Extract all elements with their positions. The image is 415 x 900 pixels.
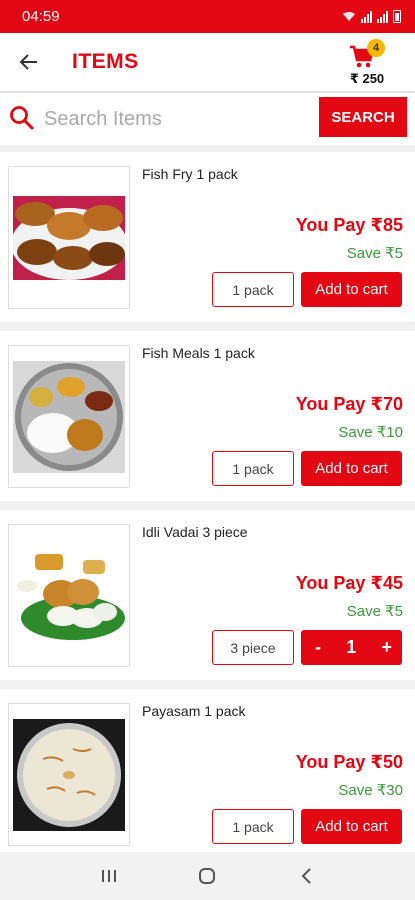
product-price: You Pay ₹70 (295, 394, 403, 414)
payasam-image (13, 718, 125, 831)
quantity-stepper: - 1 + (301, 630, 402, 665)
product-savings: Save ₹10 (338, 424, 403, 441)
quantity-value: 1 (346, 637, 357, 657)
product-image (8, 166, 130, 309)
system-back-button[interactable] (291, 861, 321, 891)
signal-icon (361, 10, 372, 23)
wifi-icon (343, 12, 355, 21)
product-savings: Save ₹5 (346, 603, 403, 620)
product-price: You Pay ₹45 (295, 573, 403, 593)
status-icons (342, 10, 401, 23)
product-image (8, 524, 130, 667)
app-bar: ITEMS 4 ₹ 250 (0, 33, 415, 91)
product-card: Fish Meals 1 pack You Pay ₹70 Save ₹10 1… (0, 331, 415, 501)
product-price: You Pay ₹50 (295, 752, 403, 772)
unit-selector[interactable]: 3 piece (212, 630, 294, 665)
cart-count-badge: 4 (367, 39, 385, 57)
system-nav-bar (0, 852, 415, 900)
cart-total: ₹ 250 (349, 71, 385, 86)
product-name: Fish Meals 1 pack (142, 345, 255, 361)
back-nav-icon (301, 868, 311, 884)
fish-fry-image (13, 195, 125, 280)
fish-meals-image (13, 360, 125, 473)
add-to-cart-button[interactable]: Add to cart (301, 809, 402, 844)
add-to-cart-button[interactable]: Add to cart (301, 451, 402, 486)
back-arrow-icon (19, 54, 37, 70)
idli-vadai-image (13, 545, 125, 646)
status-bar: 04:59 (0, 0, 415, 33)
product-savings: Save ₹30 (338, 782, 403, 799)
search-icon (10, 106, 34, 130)
signal-icon-2 (377, 10, 388, 23)
unit-selector[interactable]: 1 pack (212, 809, 294, 844)
product-image (8, 345, 130, 488)
product-name: Idli Vadai 3 piece (142, 524, 248, 540)
unit-selector[interactable]: 1 pack (212, 272, 294, 307)
product-name: Fish Fry 1 pack (142, 166, 238, 182)
product-savings: Save ₹5 (346, 245, 403, 262)
battery-icon (393, 10, 401, 23)
product-list: Fish Fry 1 pack You Pay ₹85 Save ₹5 1 pa… (0, 152, 415, 852)
product-card: Fish Fry 1 pack You Pay ₹85 Save ₹5 1 pa… (0, 152, 415, 322)
unit-selector[interactable]: 1 pack (212, 451, 294, 486)
page-title: ITEMS (72, 50, 139, 73)
back-button[interactable] (14, 47, 44, 77)
product-name: Payasam 1 pack (142, 703, 246, 719)
search-bar: SEARCH (0, 93, 415, 145)
product-price: You Pay ₹85 (295, 215, 403, 235)
cart-button[interactable]: 4 ₹ 250 (341, 39, 393, 89)
home-icon (199, 868, 216, 884)
home-button[interactable] (192, 861, 222, 891)
increase-quantity-button[interactable]: + (381, 637, 392, 658)
product-image (8, 703, 130, 846)
status-time: 04:59 (22, 8, 60, 25)
add-to-cart-button[interactable]: Add to cart (301, 272, 402, 307)
decrease-quantity-button[interactable]: - (315, 637, 321, 658)
recent-apps-icon (102, 870, 117, 882)
search-input[interactable] (44, 102, 304, 136)
search-button[interactable]: SEARCH (319, 97, 407, 137)
product-card: Payasam 1 pack You Pay ₹50 Save ₹30 1 pa… (0, 689, 415, 852)
recent-apps-button[interactable] (94, 861, 124, 891)
product-card: Idli Vadai 3 piece You Pay ₹45 Save ₹5 3… (0, 510, 415, 680)
